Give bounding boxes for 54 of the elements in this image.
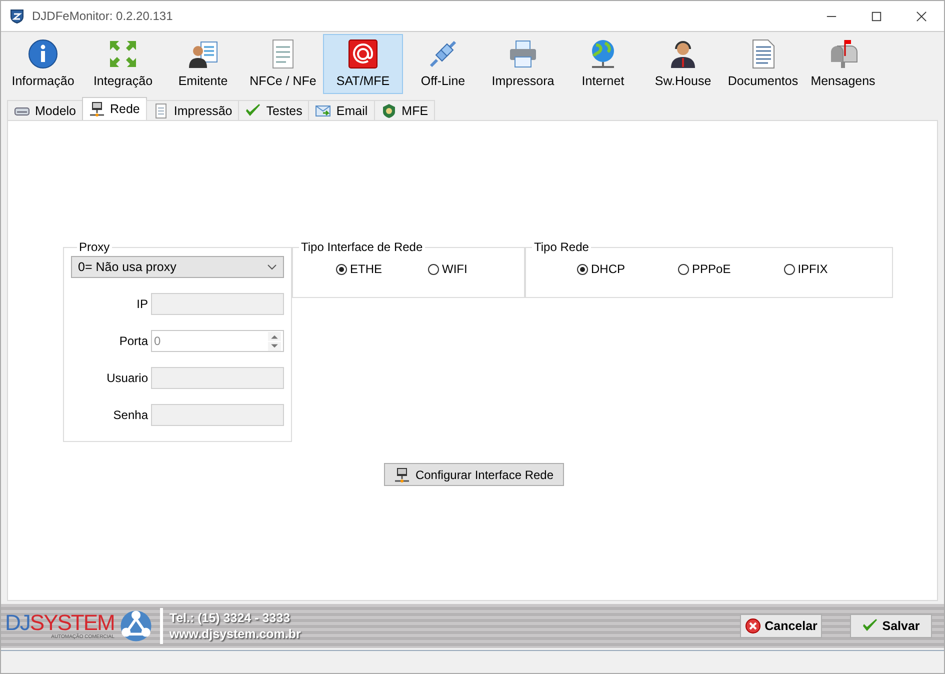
tab[interactable]: Modelo <box>7 100 83 120</box>
field-label: Usuario <box>106 371 148 385</box>
group-title: Proxy <box>78 240 111 254</box>
group-title: Tipo Rede <box>533 240 590 254</box>
window-title: DJDFeMonitor: 0.2.20.131 <box>32 9 173 23</box>
phone-number: Tel.: (15) 3324 - 3333 <box>169 610 292 626</box>
radio-option[interactable]: ETHE <box>336 262 382 276</box>
logo-icon <box>118 608 154 644</box>
arrows-icon <box>107 38 139 70</box>
tab[interactable]: Impressão <box>146 100 240 120</box>
toolbar-button[interactable]: Mensagens <box>803 34 883 94</box>
cancel-button[interactable]: Cancelar <box>740 614 822 638</box>
info-icon <box>27 38 59 70</box>
cancel-icon <box>744 618 761 634</box>
input-field[interactable] <box>151 404 284 426</box>
input-field[interactable] <box>151 367 284 389</box>
tab[interactable]: Rede <box>82 97 147 120</box>
chevron-down-icon <box>267 264 277 270</box>
toolbar-button[interactable]: Emitente <box>163 34 243 94</box>
logo-wordmark: DJSYSTEM <box>5 612 114 634</box>
field-label: IP <box>136 297 148 311</box>
toolbar-button[interactable]: Documentos <box>723 34 803 94</box>
monitor-icon <box>394 466 410 482</box>
toolbar-button[interactable]: Informação <box>3 34 83 94</box>
toolbar-button[interactable]: Sw.House <box>643 34 723 94</box>
toolbar-button[interactable]: Off-Line <box>403 34 483 94</box>
field-label: Senha <box>113 408 148 422</box>
toolbar-button[interactable]: SAT/MFE <box>323 34 403 94</box>
spin-down-icon[interactable] <box>268 342 281 350</box>
monitor-icon <box>89 101 105 117</box>
radio-option[interactable]: IPFIX <box>784 262 828 276</box>
envelope-icon <box>315 102 332 118</box>
website: www.djsystem.com.br <box>169 626 301 642</box>
spin-up-icon[interactable] <box>268 332 281 340</box>
field-label: Porta <box>119 334 148 348</box>
app-icon <box>9 8 25 24</box>
plug-icon <box>427 38 459 70</box>
toolbar-button[interactable]: NFCe / NFe <box>243 34 323 94</box>
input-field[interactable] <box>151 293 284 315</box>
configure-interface-button[interactable]: Configurar Interface Rede <box>384 463 564 486</box>
badge-icon <box>380 102 397 118</box>
toolbar-button[interactable]: Internet <box>563 34 643 94</box>
save-button[interactable]: Salvar <box>850 614 932 638</box>
radio-option[interactable]: WIFI <box>428 262 468 276</box>
port-spin-field[interactable]: 0 <box>151 330 284 352</box>
toolbar-button[interactable]: Impressora <box>483 34 563 94</box>
radio-option[interactable]: PPPoE <box>678 262 731 276</box>
at-sign-icon <box>347 38 379 70</box>
tab[interactable]: MFE <box>374 100 436 120</box>
printer-icon <box>507 38 539 70</box>
toolbar-button[interactable]: Integração <box>83 34 163 94</box>
radio-option[interactable]: DHCP <box>577 262 626 276</box>
group-title: Tipo Interface de Rede <box>300 240 424 254</box>
proxy-dropdown[interactable]: 0= Não usa proxy <box>71 256 284 278</box>
